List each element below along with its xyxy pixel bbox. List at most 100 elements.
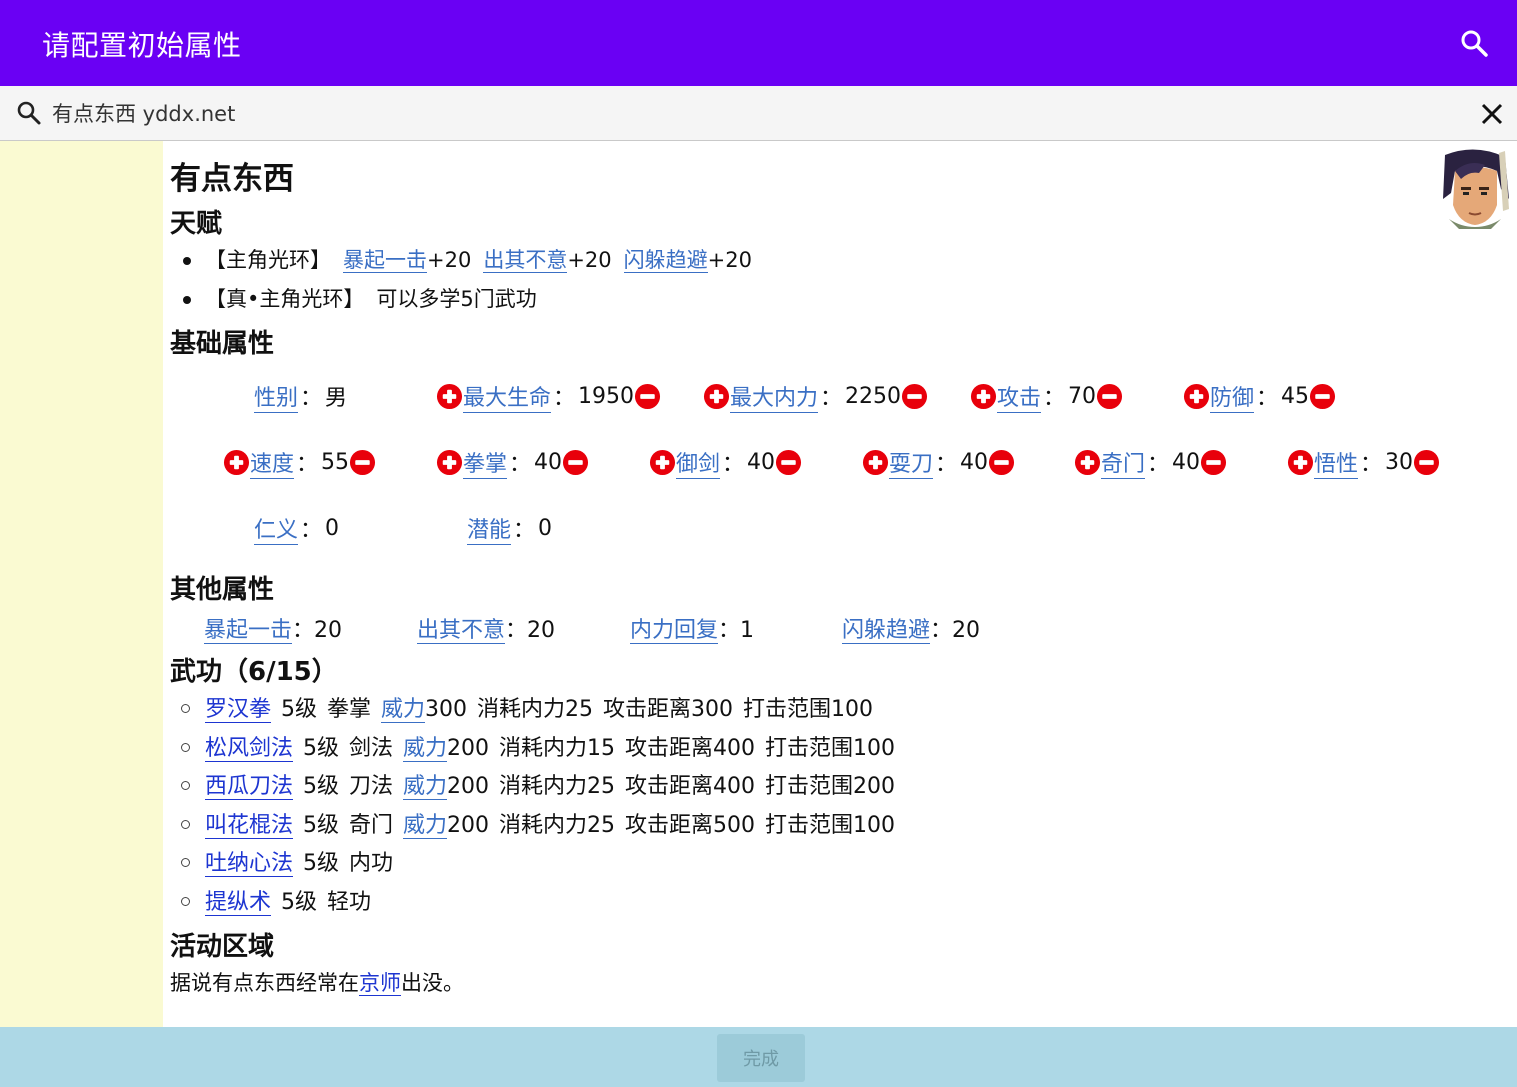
- attr-value: 20: [527, 618, 556, 643]
- skill-name-link[interactable]: 吐纳心法: [205, 851, 294, 877]
- attr-defense: 防御： 45: [1183, 380, 1336, 413]
- attr-potential: 潜能： 0: [467, 512, 553, 545]
- attr-value: 20: [314, 618, 343, 643]
- minus-icon[interactable]: [562, 449, 589, 476]
- skill-name-link[interactable]: 叫花棍法: [205, 812, 294, 839]
- minus-icon[interactable]: [1309, 383, 1336, 410]
- talent-list: 【主角光环】 暴起一击+20 出其不意+20 闪躲趋避+20 【真•主角光环】 可以多学…: [181, 244, 752, 322]
- skills-heading: 武功（6/15）: [170, 657, 338, 687]
- other-attr-crit: 暴起一击：20: [204, 618, 343, 644]
- attr-label[interactable]: 仁义: [254, 512, 299, 545]
- attr-label[interactable]: 奇门: [1101, 446, 1146, 479]
- search-icon: [17, 101, 41, 125]
- minus-icon[interactable]: [1413, 449, 1440, 476]
- skill-name-link[interactable]: 西瓜刀法: [205, 774, 294, 800]
- minus-icon[interactable]: [901, 383, 928, 410]
- activity-heading: 活动区域: [170, 932, 275, 962]
- attr-value: 45: [1281, 383, 1310, 409]
- attr-attack: 攻击： 70: [970, 380, 1123, 413]
- attr-label[interactable]: 拳掌: [463, 446, 508, 479]
- footer-bar: 完成: [0, 1027, 1517, 1087]
- attr-label[interactable]: 潜能: [467, 512, 512, 545]
- plus-icon[interactable]: [223, 449, 250, 476]
- attr-value: 0: [538, 515, 553, 541]
- plus-icon[interactable]: [436, 383, 463, 410]
- app-title: 请配置初始属性: [42, 29, 242, 62]
- attr-label[interactable]: 速度: [250, 446, 295, 479]
- attr-label[interactable]: 出其不意: [417, 618, 506, 644]
- attr-label[interactable]: 内力回复: [630, 618, 719, 644]
- plus-icon[interactable]: [1287, 449, 1314, 476]
- attr-label[interactable]: 防御: [1210, 380, 1255, 413]
- search-input[interactable]: [52, 96, 1452, 130]
- skill-item: 松风剑法 5级 剑法 威力200 消耗内力15 攻击距离400 打击范围100: [181, 731, 895, 770]
- list-item: 【真•主角光环】 可以多学5门武功: [181, 283, 752, 322]
- power-link[interactable]: 威力: [381, 697, 426, 723]
- plus-icon[interactable]: [1183, 383, 1210, 410]
- attr-value: 40: [747, 449, 776, 475]
- attr-sword: 御剑： 40: [649, 446, 802, 479]
- search-icon[interactable]: [1459, 28, 1489, 58]
- plus-icon[interactable]: [862, 449, 889, 476]
- attr-value: 55: [321, 449, 350, 475]
- power-link[interactable]: 威力: [403, 812, 448, 839]
- close-icon[interactable]: [1479, 101, 1505, 127]
- attr-value: 40: [960, 449, 989, 475]
- attr-label[interactable]: 闪躲趋避: [842, 618, 931, 644]
- other-attr-dodge: 闪躲趋避：20: [842, 618, 981, 644]
- done-button[interactable]: 完成: [717, 1034, 805, 1082]
- plus-icon[interactable]: [1074, 449, 1101, 476]
- character-name: 有点东西: [170, 161, 294, 197]
- attr-gender: 性别：男: [254, 380, 347, 413]
- power-link[interactable]: 威力: [403, 774, 448, 800]
- attr-max-mp: 最大内力： 2250: [703, 380, 928, 413]
- list-item: 【主角光环】 暴起一击+20 出其不意+20 闪躲趋避+20: [181, 244, 752, 283]
- plus-icon[interactable]: [436, 449, 463, 476]
- search-bar: [0, 86, 1517, 141]
- attr-label[interactable]: 性别: [254, 380, 299, 413]
- other-attr-surprise: 出其不意：20: [417, 618, 556, 644]
- attr-value: 20: [952, 618, 981, 643]
- plus-icon[interactable]: [703, 383, 730, 410]
- attr-label[interactable]: 御剑: [676, 446, 721, 479]
- minus-icon[interactable]: [988, 449, 1015, 476]
- attr-value: 30: [1385, 449, 1414, 475]
- plus-icon[interactable]: [970, 383, 997, 410]
- attr-label[interactable]: 最大内力: [730, 380, 819, 413]
- skill-name-link[interactable]: 松风剑法: [205, 735, 294, 762]
- plus-icon[interactable]: [649, 449, 676, 476]
- attr-label[interactable]: 暴起一击: [204, 618, 293, 644]
- attr-label[interactable]: 悟性: [1314, 446, 1359, 479]
- character-portrait: [1439, 149, 1511, 229]
- minus-icon[interactable]: [634, 383, 661, 410]
- attr-virtue: 仁义： 0: [254, 512, 339, 545]
- skill-list: 罗汉拳 5级 拳掌 威力300 消耗内力25 攻击距离300 打击范围100 松风剑法 5级剑…: [181, 692, 895, 923]
- minus-icon[interactable]: [1200, 449, 1227, 476]
- attr-speed: 速度： 55: [223, 446, 376, 479]
- attr-label[interactable]: 耍刀: [889, 446, 934, 479]
- minus-icon[interactable]: [775, 449, 802, 476]
- attr-special: 奇门： 40: [1074, 446, 1227, 479]
- talent-link-crit[interactable]: 暴起一击: [343, 248, 427, 273]
- skill-name-link[interactable]: 提纵术: [205, 889, 272, 916]
- other-attr-regen: 内力回复：1: [630, 618, 755, 644]
- talent-link-surprise[interactable]: 出其不意: [483, 248, 568, 273]
- location-link[interactable]: 京师: [359, 971, 401, 996]
- minus-icon[interactable]: [1096, 383, 1123, 410]
- attr-label[interactable]: 攻击: [997, 380, 1042, 413]
- attr-value: 40: [534, 449, 563, 475]
- activity-text: 据说有点东西经常在京师出没。: [170, 971, 464, 996]
- basic-attributes-heading: 基础属性: [170, 329, 275, 359]
- character-panel: 有点东西 天赋 【主角光环】 暴起一击+20 出其不意+20 闪躲趋避+20 【真•主…: [163, 141, 1517, 1027]
- talent-link-dodge[interactable]: 闪躲趋避: [623, 248, 708, 273]
- skill-name-link[interactable]: 罗汉拳: [205, 697, 272, 723]
- sidebar: [0, 141, 163, 1027]
- attr-value: 1950: [578, 383, 635, 409]
- skill-item: 西瓜刀法 5级 刀法 威力200 消耗内力25 攻击距离400 打击范围200: [181, 769, 895, 808]
- attr-value: 70: [1068, 383, 1097, 409]
- power-link[interactable]: 威力: [403, 735, 448, 762]
- attr-label[interactable]: 最大生命: [463, 380, 552, 413]
- minus-icon[interactable]: [349, 449, 376, 476]
- skill-item: 吐纳心法 5级 内功: [181, 846, 895, 885]
- other-attributes-heading: 其他属性: [170, 575, 275, 605]
